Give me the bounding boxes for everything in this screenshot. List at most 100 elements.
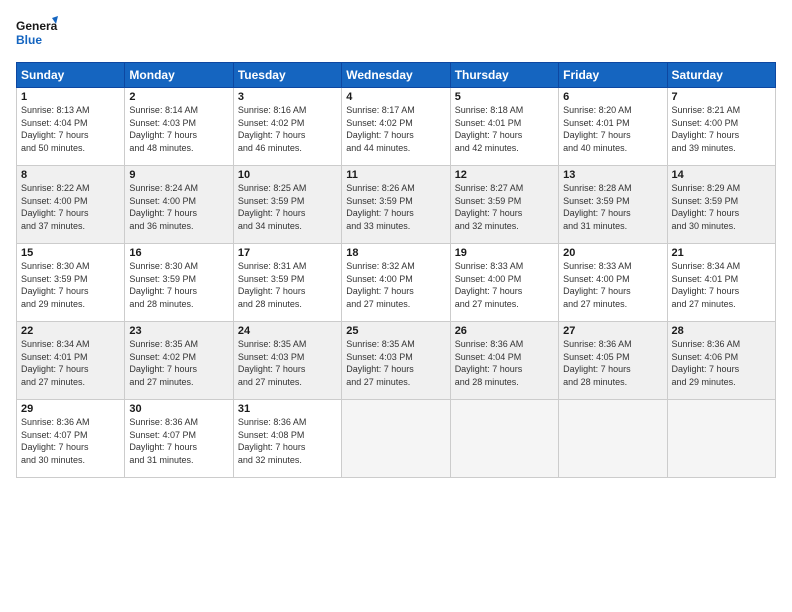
- week-row-1: 1Sunrise: 8:13 AM Sunset: 4:04 PM Daylig…: [17, 88, 776, 166]
- svg-text:General: General: [16, 19, 58, 33]
- day-number: 17: [238, 247, 337, 259]
- calendar-table: SundayMondayTuesdayWednesdayThursdayFrid…: [16, 62, 776, 478]
- day-number: 14: [672, 169, 771, 181]
- day-detail: Sunrise: 8:16 AM Sunset: 4:02 PM Dayligh…: [238, 104, 337, 154]
- col-header-saturday: Saturday: [667, 63, 775, 88]
- day-detail: Sunrise: 8:17 AM Sunset: 4:02 PM Dayligh…: [346, 104, 445, 154]
- day-number: 2: [129, 91, 228, 103]
- day-cell: 30Sunrise: 8:36 AM Sunset: 4:07 PM Dayli…: [125, 400, 233, 478]
- day-number: 8: [21, 169, 120, 181]
- day-number: 12: [455, 169, 554, 181]
- day-cell: 8Sunrise: 8:22 AM Sunset: 4:00 PM Daylig…: [17, 166, 125, 244]
- day-number: 16: [129, 247, 228, 259]
- col-header-monday: Monday: [125, 63, 233, 88]
- day-cell: 10Sunrise: 8:25 AM Sunset: 3:59 PM Dayli…: [233, 166, 341, 244]
- day-detail: Sunrise: 8:21 AM Sunset: 4:00 PM Dayligh…: [672, 104, 771, 154]
- day-detail: Sunrise: 8:36 AM Sunset: 4:07 PM Dayligh…: [21, 416, 120, 466]
- day-detail: Sunrise: 8:14 AM Sunset: 4:03 PM Dayligh…: [129, 104, 228, 154]
- day-cell: 2Sunrise: 8:14 AM Sunset: 4:03 PM Daylig…: [125, 88, 233, 166]
- day-detail: Sunrise: 8:29 AM Sunset: 3:59 PM Dayligh…: [672, 182, 771, 232]
- day-cell: 17Sunrise: 8:31 AM Sunset: 3:59 PM Dayli…: [233, 244, 341, 322]
- day-detail: Sunrise: 8:35 AM Sunset: 4:03 PM Dayligh…: [238, 338, 337, 388]
- day-cell: 9Sunrise: 8:24 AM Sunset: 4:00 PM Daylig…: [125, 166, 233, 244]
- day-number: 31: [238, 403, 337, 415]
- day-number: 4: [346, 91, 445, 103]
- day-detail: Sunrise: 8:33 AM Sunset: 4:00 PM Dayligh…: [563, 260, 662, 310]
- day-detail: Sunrise: 8:36 AM Sunset: 4:05 PM Dayligh…: [563, 338, 662, 388]
- day-cell: 15Sunrise: 8:30 AM Sunset: 3:59 PM Dayli…: [17, 244, 125, 322]
- day-cell: 31Sunrise: 8:36 AM Sunset: 4:08 PM Dayli…: [233, 400, 341, 478]
- day-number: 23: [129, 325, 228, 337]
- day-detail: Sunrise: 8:36 AM Sunset: 4:04 PM Dayligh…: [455, 338, 554, 388]
- day-number: 25: [346, 325, 445, 337]
- day-cell: [559, 400, 667, 478]
- day-detail: Sunrise: 8:30 AM Sunset: 3:59 PM Dayligh…: [21, 260, 120, 310]
- col-header-tuesday: Tuesday: [233, 63, 341, 88]
- day-cell: 5Sunrise: 8:18 AM Sunset: 4:01 PM Daylig…: [450, 88, 558, 166]
- day-cell: 25Sunrise: 8:35 AM Sunset: 4:03 PM Dayli…: [342, 322, 450, 400]
- day-detail: Sunrise: 8:22 AM Sunset: 4:00 PM Dayligh…: [21, 182, 120, 232]
- day-cell: 12Sunrise: 8:27 AM Sunset: 3:59 PM Dayli…: [450, 166, 558, 244]
- day-number: 10: [238, 169, 337, 181]
- day-detail: Sunrise: 8:34 AM Sunset: 4:01 PM Dayligh…: [21, 338, 120, 388]
- day-cell: 13Sunrise: 8:28 AM Sunset: 3:59 PM Dayli…: [559, 166, 667, 244]
- day-cell: 22Sunrise: 8:34 AM Sunset: 4:01 PM Dayli…: [17, 322, 125, 400]
- day-cell: 21Sunrise: 8:34 AM Sunset: 4:01 PM Dayli…: [667, 244, 775, 322]
- day-cell: [667, 400, 775, 478]
- day-detail: Sunrise: 8:33 AM Sunset: 4:00 PM Dayligh…: [455, 260, 554, 310]
- week-row-3: 15Sunrise: 8:30 AM Sunset: 3:59 PM Dayli…: [17, 244, 776, 322]
- col-header-wednesday: Wednesday: [342, 63, 450, 88]
- day-cell: 11Sunrise: 8:26 AM Sunset: 3:59 PM Dayli…: [342, 166, 450, 244]
- day-number: 3: [238, 91, 337, 103]
- svg-text:Blue: Blue: [16, 33, 42, 47]
- header-row: SundayMondayTuesdayWednesdayThursdayFrid…: [17, 63, 776, 88]
- col-header-thursday: Thursday: [450, 63, 558, 88]
- day-detail: Sunrise: 8:20 AM Sunset: 4:01 PM Dayligh…: [563, 104, 662, 154]
- day-cell: 16Sunrise: 8:30 AM Sunset: 3:59 PM Dayli…: [125, 244, 233, 322]
- day-detail: Sunrise: 8:32 AM Sunset: 4:00 PM Dayligh…: [346, 260, 445, 310]
- day-cell: 23Sunrise: 8:35 AM Sunset: 4:02 PM Dayli…: [125, 322, 233, 400]
- day-number: 28: [672, 325, 771, 337]
- day-cell: [450, 400, 558, 478]
- day-cell: 28Sunrise: 8:36 AM Sunset: 4:06 PM Dayli…: [667, 322, 775, 400]
- day-detail: Sunrise: 8:25 AM Sunset: 3:59 PM Dayligh…: [238, 182, 337, 232]
- day-detail: Sunrise: 8:36 AM Sunset: 4:08 PM Dayligh…: [238, 416, 337, 466]
- day-detail: Sunrise: 8:26 AM Sunset: 3:59 PM Dayligh…: [346, 182, 445, 232]
- day-detail: Sunrise: 8:36 AM Sunset: 4:06 PM Dayligh…: [672, 338, 771, 388]
- day-detail: Sunrise: 8:36 AM Sunset: 4:07 PM Dayligh…: [129, 416, 228, 466]
- day-number: 5: [455, 91, 554, 103]
- day-detail: Sunrise: 8:30 AM Sunset: 3:59 PM Dayligh…: [129, 260, 228, 310]
- day-detail: Sunrise: 8:35 AM Sunset: 4:03 PM Dayligh…: [346, 338, 445, 388]
- page-container: General Blue SundayMondayTuesdayWednesda…: [0, 0, 792, 488]
- day-detail: Sunrise: 8:24 AM Sunset: 4:00 PM Dayligh…: [129, 182, 228, 232]
- day-number: 9: [129, 169, 228, 181]
- day-cell: 14Sunrise: 8:29 AM Sunset: 3:59 PM Dayli…: [667, 166, 775, 244]
- day-number: 13: [563, 169, 662, 181]
- day-cell: 29Sunrise: 8:36 AM Sunset: 4:07 PM Dayli…: [17, 400, 125, 478]
- day-number: 26: [455, 325, 554, 337]
- col-header-sunday: Sunday: [17, 63, 125, 88]
- day-number: 11: [346, 169, 445, 181]
- day-cell: 18Sunrise: 8:32 AM Sunset: 4:00 PM Dayli…: [342, 244, 450, 322]
- day-cell: [342, 400, 450, 478]
- day-detail: Sunrise: 8:34 AM Sunset: 4:01 PM Dayligh…: [672, 260, 771, 310]
- day-detail: Sunrise: 8:27 AM Sunset: 3:59 PM Dayligh…: [455, 182, 554, 232]
- day-cell: 27Sunrise: 8:36 AM Sunset: 4:05 PM Dayli…: [559, 322, 667, 400]
- day-number: 29: [21, 403, 120, 415]
- day-cell: 24Sunrise: 8:35 AM Sunset: 4:03 PM Dayli…: [233, 322, 341, 400]
- day-cell: 20Sunrise: 8:33 AM Sunset: 4:00 PM Dayli…: [559, 244, 667, 322]
- day-number: 1: [21, 91, 120, 103]
- day-number: 21: [672, 247, 771, 259]
- week-row-2: 8Sunrise: 8:22 AM Sunset: 4:00 PM Daylig…: [17, 166, 776, 244]
- day-number: 27: [563, 325, 662, 337]
- col-header-friday: Friday: [559, 63, 667, 88]
- day-detail: Sunrise: 8:31 AM Sunset: 3:59 PM Dayligh…: [238, 260, 337, 310]
- day-cell: 6Sunrise: 8:20 AM Sunset: 4:01 PM Daylig…: [559, 88, 667, 166]
- day-cell: 1Sunrise: 8:13 AM Sunset: 4:04 PM Daylig…: [17, 88, 125, 166]
- day-detail: Sunrise: 8:13 AM Sunset: 4:04 PM Dayligh…: [21, 104, 120, 154]
- day-number: 7: [672, 91, 771, 103]
- day-cell: 26Sunrise: 8:36 AM Sunset: 4:04 PM Dayli…: [450, 322, 558, 400]
- day-detail: Sunrise: 8:35 AM Sunset: 4:02 PM Dayligh…: [129, 338, 228, 388]
- day-number: 15: [21, 247, 120, 259]
- day-cell: 3Sunrise: 8:16 AM Sunset: 4:02 PM Daylig…: [233, 88, 341, 166]
